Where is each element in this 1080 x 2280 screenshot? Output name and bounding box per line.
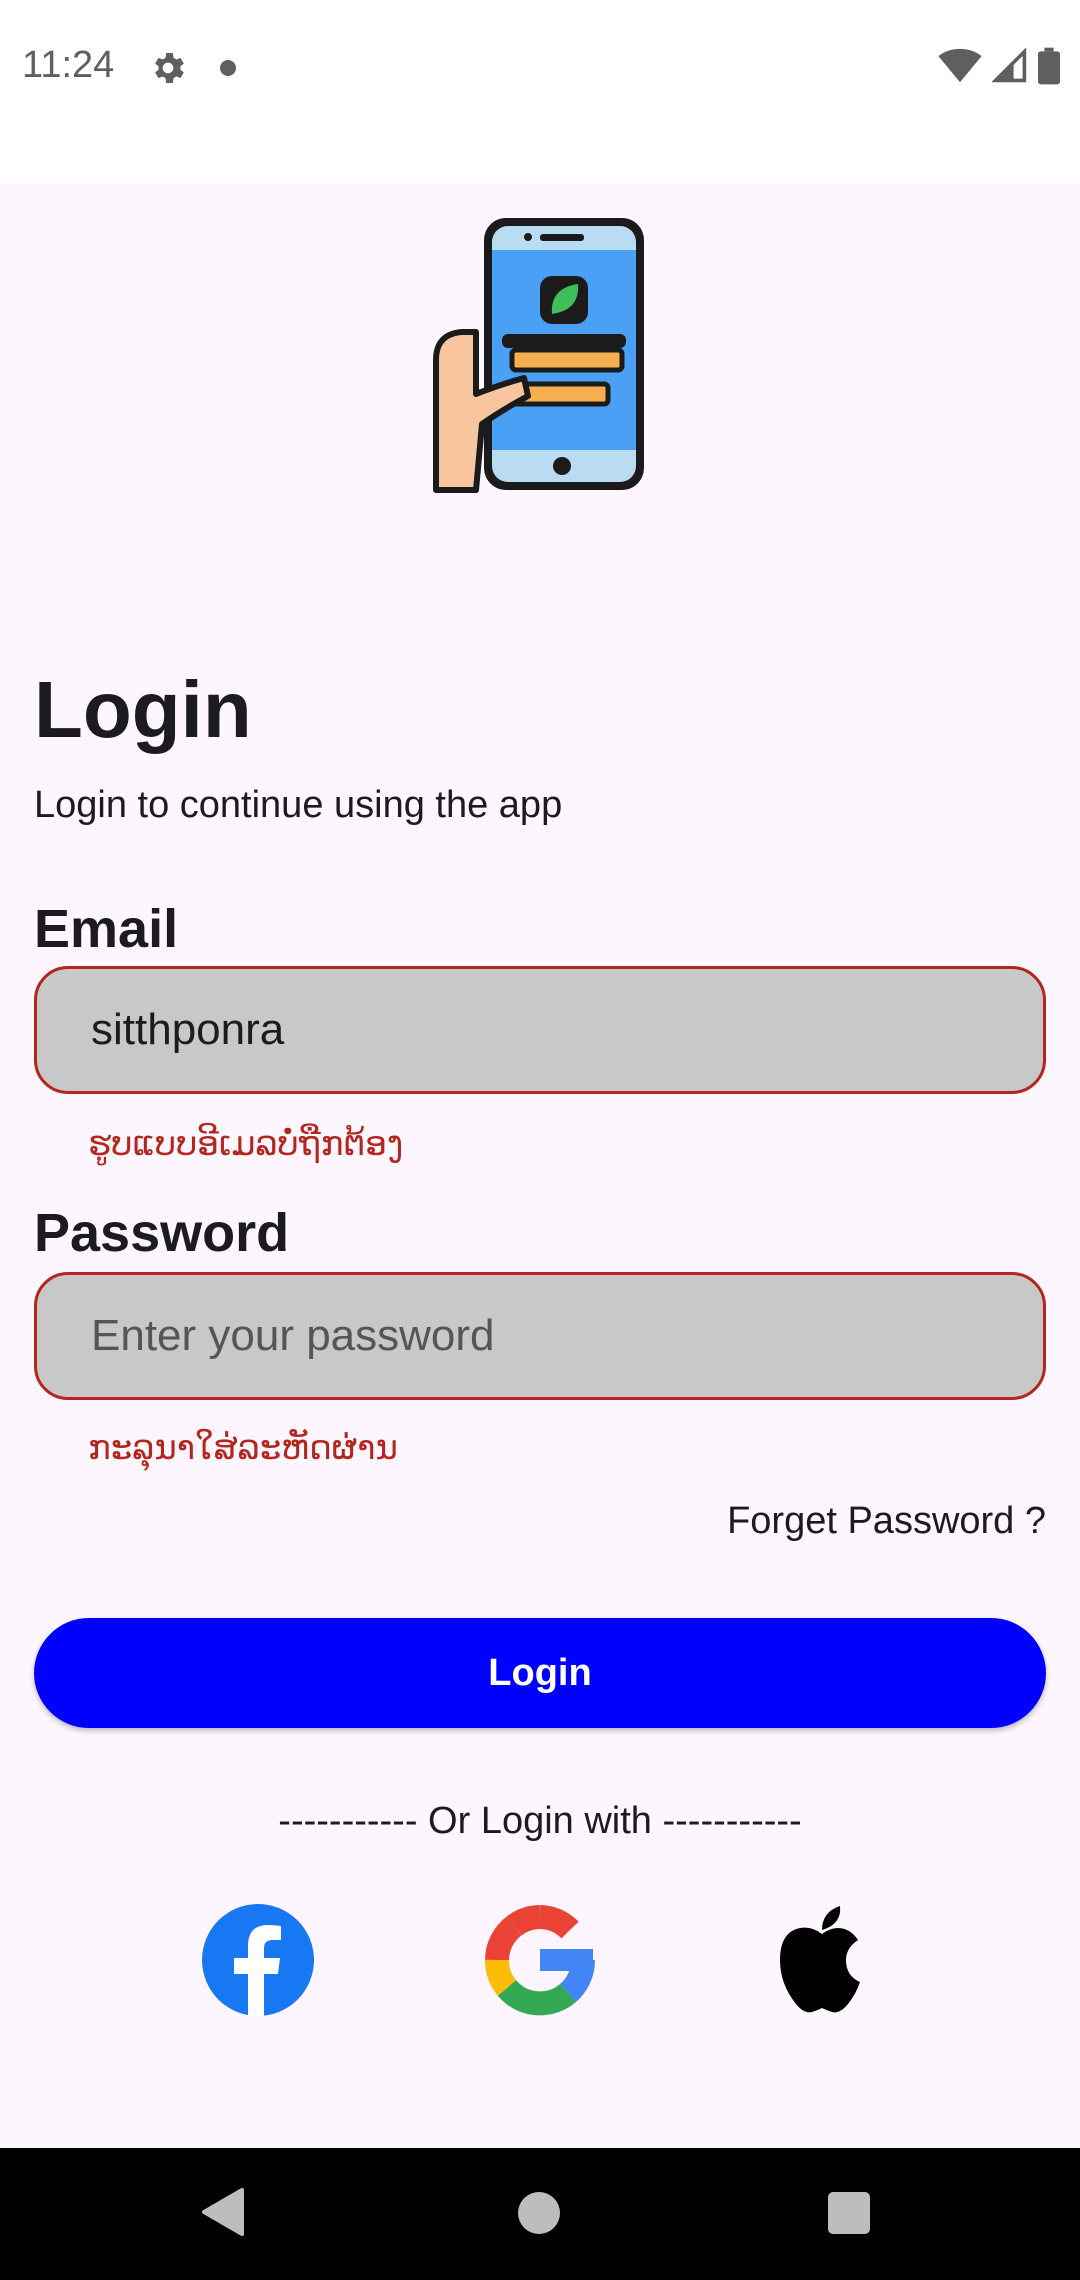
password-label: Password xyxy=(34,1203,290,1263)
apple-icon[interactable] xyxy=(766,1904,878,2016)
status-icons xyxy=(938,44,1060,88)
back-icon[interactable] xyxy=(200,2186,246,2238)
password-field-placeholder: Enter your password xyxy=(91,1311,495,1360)
signal-icon xyxy=(992,48,1027,83)
email-field[interactable]: sitthponra xyxy=(34,966,1046,1094)
navigation-bar xyxy=(0,2148,1080,2280)
login-button[interactable]: Login xyxy=(34,1618,1046,1728)
phone-hand-icon xyxy=(433,218,644,493)
gear-icon xyxy=(155,53,184,83)
page-title: Login xyxy=(34,665,252,754)
login-screen: Login Login to continue using the app Em… xyxy=(0,184,1080,2148)
facebook-icon[interactable] xyxy=(202,1904,314,2016)
email-field-value: sitthponra xyxy=(91,1005,285,1054)
password-field[interactable]: Enter your password xyxy=(34,1272,1046,1400)
forget-password-link[interactable]: Forget Password ? xyxy=(727,1500,1046,1543)
status-bar: 11:24 xyxy=(0,0,1080,184)
social-divider: ----------- Or Login with ----------- xyxy=(278,1800,802,1842)
email-error: ຮູບແບບອີເມລບໍ່ຖືກຕ້ອງ xyxy=(88,1124,404,1164)
page-subtitle: Login to continue using the app xyxy=(34,784,563,826)
wifi-icon xyxy=(938,48,982,83)
recent-apps-icon[interactable] xyxy=(828,2192,870,2234)
battery-icon xyxy=(1038,47,1060,85)
google-icon[interactable] xyxy=(484,1904,596,2016)
home-icon[interactable] xyxy=(518,2192,560,2234)
password-error: ກະລຸນາໃສ່ລະຫັດຜ່ານ xyxy=(88,1428,398,1468)
email-label: Email xyxy=(34,899,179,959)
status-time: 11:24 xyxy=(22,44,115,86)
notification-dot-icon xyxy=(220,60,236,76)
